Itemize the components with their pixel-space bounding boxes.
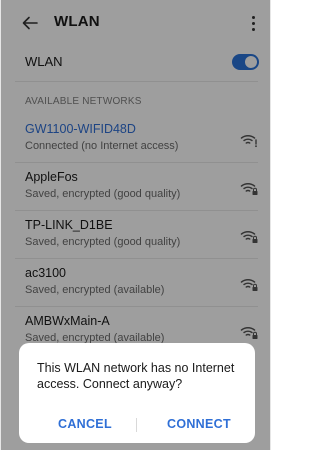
button-divider [136, 418, 137, 432]
cancel-button[interactable]: CANCEL [58, 415, 112, 433]
wlan-settings-screen: WLAN WLAN AVAILABLE NETWORKS GW1100-WIFI… [0, 0, 271, 450]
connect-button[interactable]: CONNECT [167, 415, 231, 433]
no-internet-dialog: This WLAN network has no Internet access… [19, 343, 255, 443]
dialog-message: This WLAN network has no Internet access… [37, 361, 235, 391]
